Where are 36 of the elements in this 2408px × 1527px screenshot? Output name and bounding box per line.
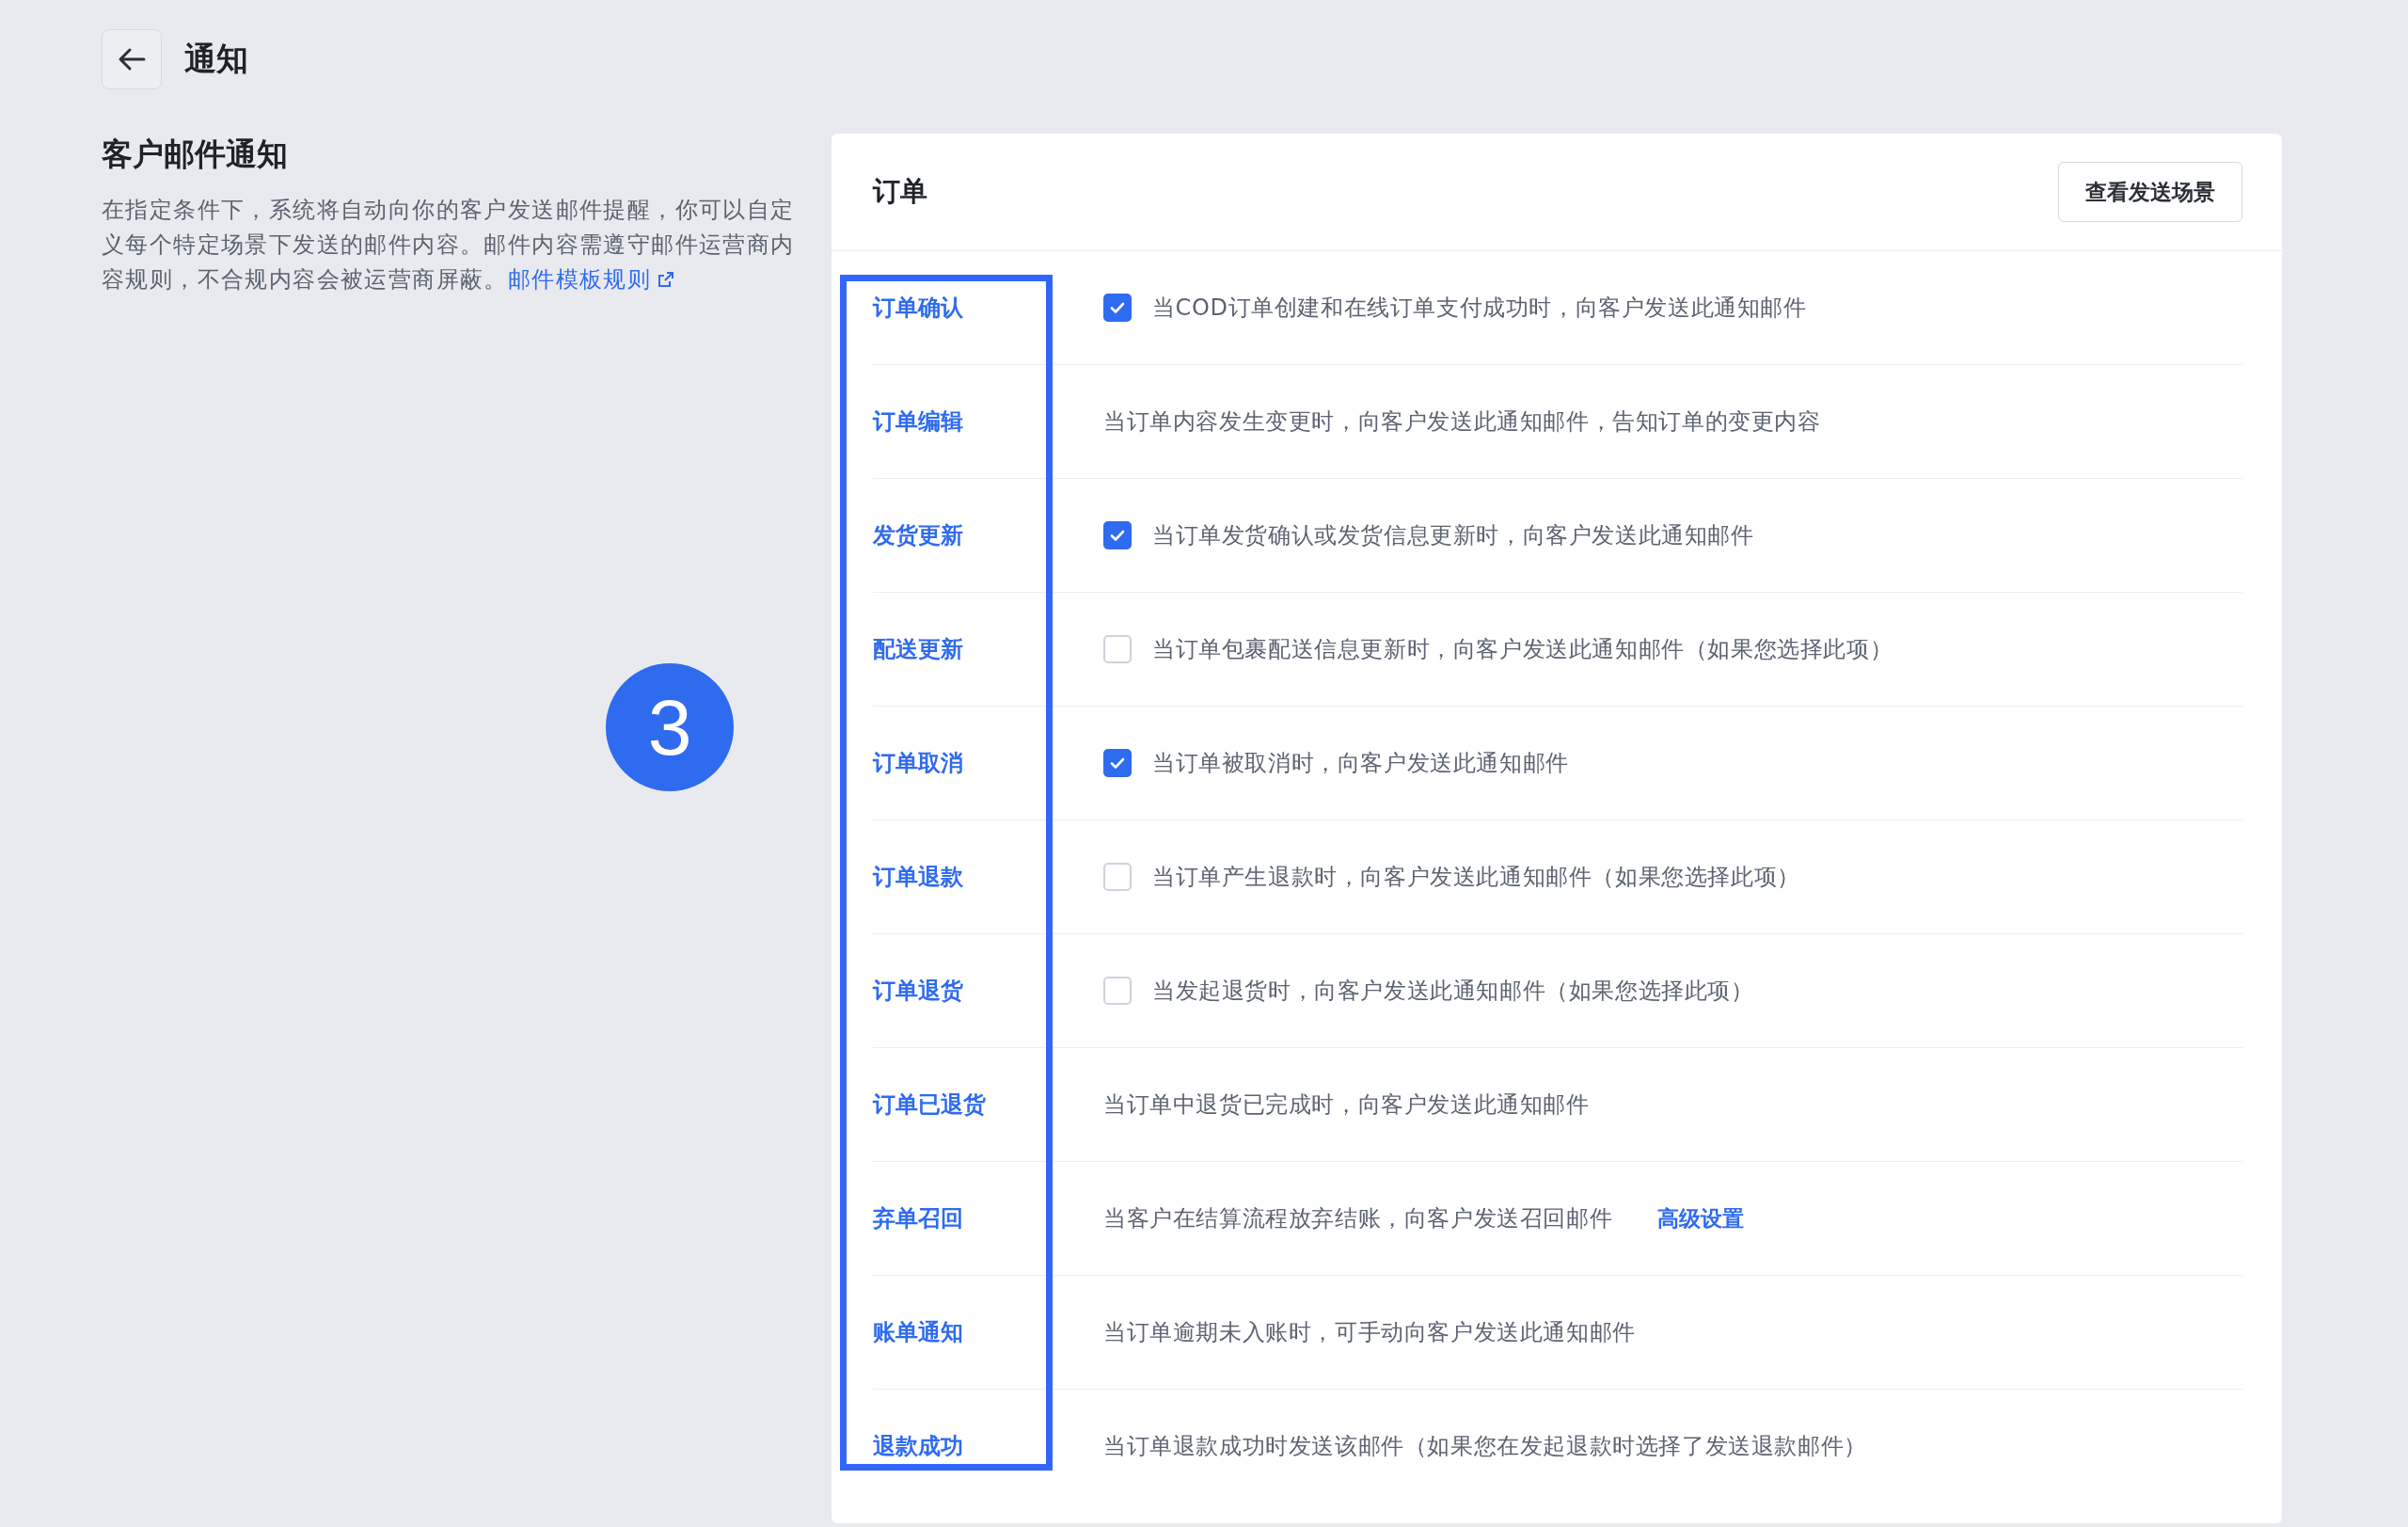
section-description: 在指定条件下，系统将自动向你的客户发送邮件提醒，你可以自定义每个特定场景下发送的邮件内容。邮件内容需遵守邮件运营商内容规则，不合规内容会被运营商屏蔽。邮件模板规则 bbox=[102, 196, 796, 294]
notification-name[interactable]: 订单取消 bbox=[873, 748, 1103, 778]
checkbox[interactable] bbox=[1103, 294, 1132, 322]
back-button[interactable] bbox=[102, 29, 162, 89]
notification-description: 当COD订单创建和在线订单支付成功时，向客户发送此通知邮件 bbox=[1152, 294, 1807, 323]
notification-description: 当发起退货时，向客户发送此通知邮件（如果您选择此项） bbox=[1152, 977, 1754, 1006]
notification-name[interactable]: 弃单召回 bbox=[873, 1203, 1103, 1233]
checkbox[interactable] bbox=[1103, 521, 1132, 549]
notification-description: 当订单包裹配送信息更新时，向客户发送此通知邮件（如果您选择此项） bbox=[1152, 635, 1893, 664]
checkbox[interactable] bbox=[1103, 749, 1132, 777]
notification-description: 当订单逾期未入账时，可手动向客户发送此通知邮件 bbox=[1103, 1318, 1636, 1347]
notification-description: 当订单退款成功时发送该邮件（如果您在发起退款时选择了发送退款邮件） bbox=[1103, 1432, 1867, 1461]
notification-description: 当订单内容发生变更时，向客户发送此通知邮件，告知订单的变更内容 bbox=[1103, 407, 1821, 437]
notification-name[interactable]: 发货更新 bbox=[873, 520, 1103, 550]
notification-name[interactable]: 订单确认 bbox=[873, 293, 1103, 323]
section-heading: 客户邮件通知 bbox=[102, 135, 289, 174]
view-scenarios-button[interactable]: 查看发送场景 bbox=[2058, 162, 2242, 222]
step-number-badge: 3 bbox=[606, 663, 734, 791]
notification-name[interactable]: 配送更新 bbox=[873, 634, 1103, 664]
advanced-settings-link[interactable]: 高级设置 bbox=[1657, 1203, 1745, 1233]
notification-description: 当订单中退货已完成时，向客户发送此通知邮件 bbox=[1103, 1090, 1590, 1120]
back-arrow-icon bbox=[118, 47, 146, 72]
notification-name[interactable]: 账单通知 bbox=[873, 1317, 1103, 1347]
notification-description: 当订单被取消时，向客户发送此通知邮件 bbox=[1152, 749, 1569, 778]
notification-description: 当订单发货确认或发货信息更新时，向客户发送此通知邮件 bbox=[1152, 521, 1754, 550]
card-title: 订单 bbox=[873, 174, 927, 209]
notification-name[interactable]: 订单退款 bbox=[873, 862, 1103, 892]
notification-name[interactable]: 订单退货 bbox=[873, 976, 1103, 1006]
template-rules-link[interactable]: 邮件模板规则 bbox=[507, 266, 676, 293]
notification-name[interactable]: 订单已退货 bbox=[873, 1090, 1103, 1120]
notification-name[interactable]: 订单编辑 bbox=[873, 406, 1103, 437]
notification-description: 当客户在结算流程放弃结账，向客户发送召回邮件 bbox=[1103, 1204, 1613, 1233]
notification-name[interactable]: 退款成功 bbox=[873, 1431, 1103, 1461]
page-title: 通知 bbox=[184, 39, 248, 79]
notification-description: 当订单产生退款时，向客户发送此通知邮件（如果您选择此项） bbox=[1152, 863, 1800, 892]
external-link-icon bbox=[657, 270, 676, 289]
